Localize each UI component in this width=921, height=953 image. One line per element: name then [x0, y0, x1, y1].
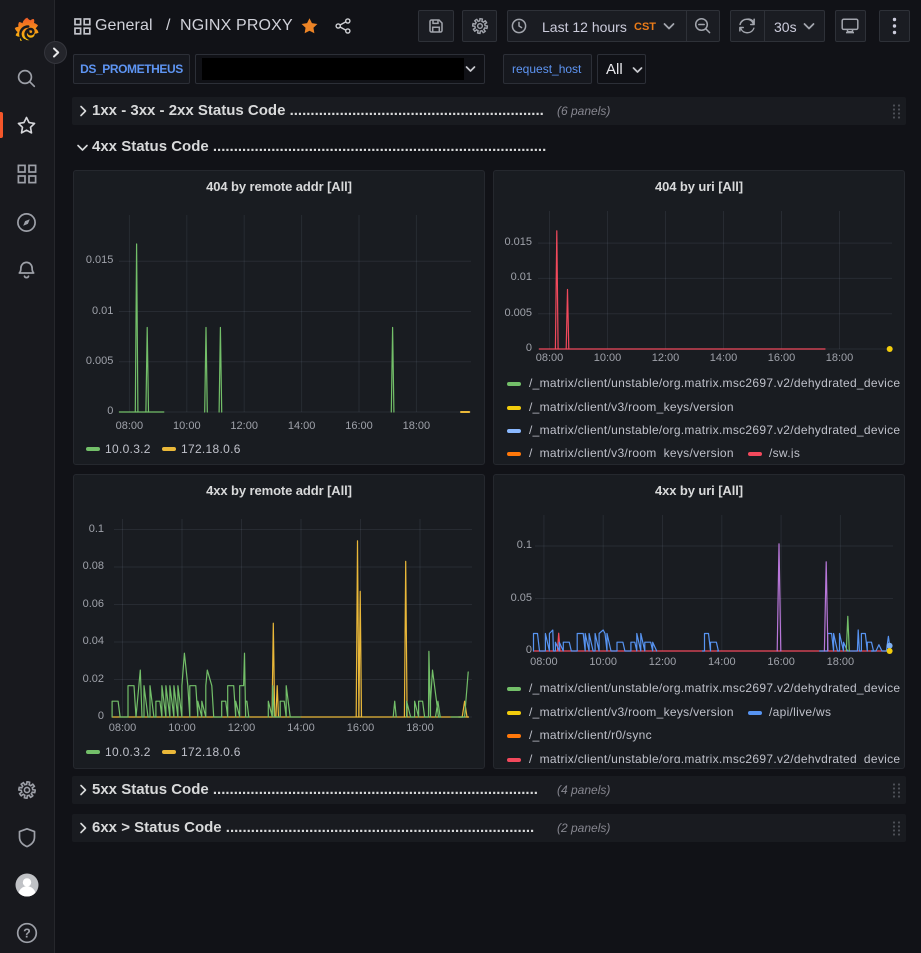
- svg-text:?: ?: [23, 926, 31, 940]
